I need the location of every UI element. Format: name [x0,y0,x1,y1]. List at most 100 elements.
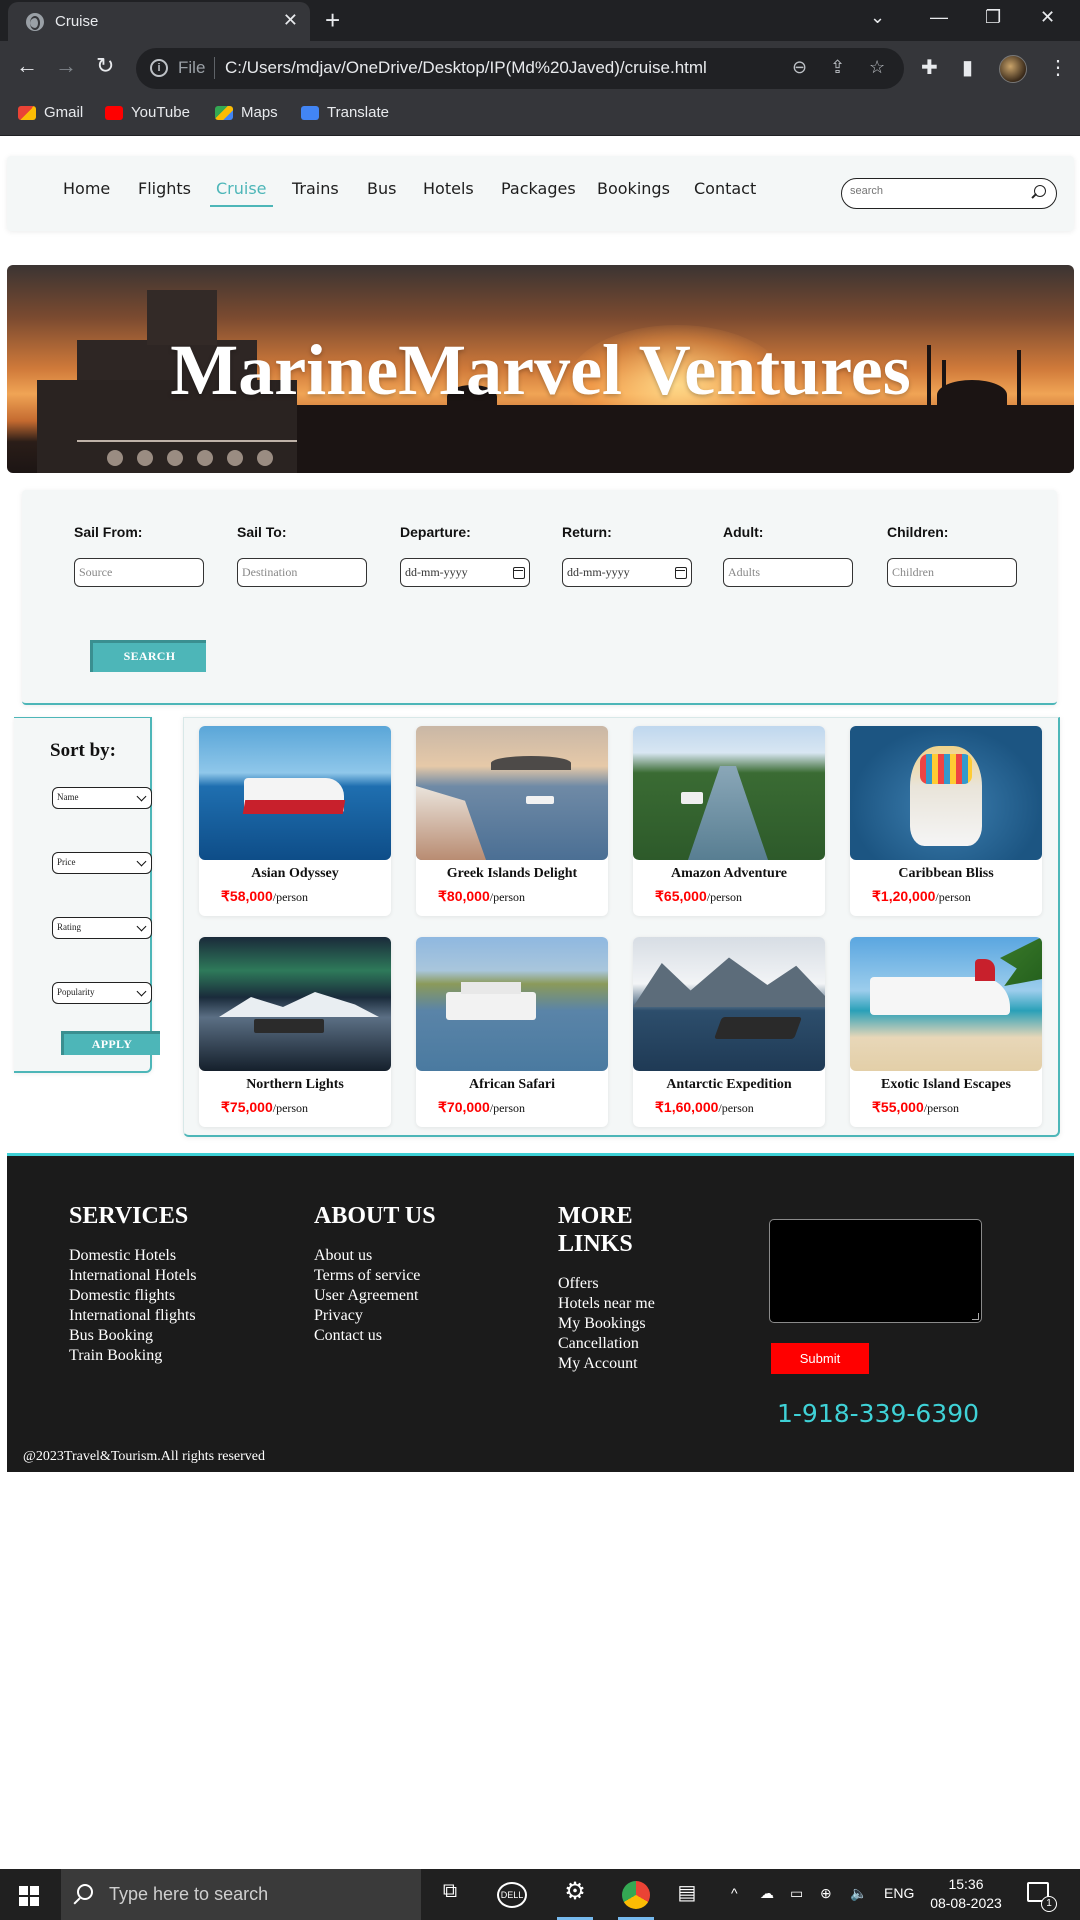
feedback-textarea[interactable] [769,1219,982,1323]
sort-popularity-select[interactable]: Popularity [52,982,152,1004]
bookmark-gmail[interactable]: Gmail [18,104,83,121]
nav-flights[interactable]: Flights [138,179,191,198]
volume-icon[interactable]: 🔈 [850,1885,867,1902]
close-window-button[interactable]: ✕ [1040,7,1055,28]
cruise-card[interactable]: Greek Islands Delight ₹80,000/person [416,726,608,916]
input-placeholder: Children [892,565,934,579]
search-button[interactable]: SEARCH [90,640,206,672]
extensions-icon[interactable]: ✚ [921,55,938,80]
reload-button[interactable]: ↻ [96,53,114,79]
cruise-name: Caribbean Bliss [898,866,994,881]
back-button[interactable]: ← [16,53,38,79]
footer-link[interactable]: User Agreement [314,1287,418,1305]
minimize-button[interactable]: — [930,7,948,28]
share-icon[interactable]: ⇪ [830,57,845,78]
nav-packages[interactable]: Packages [501,179,576,198]
nav-home[interactable]: Home [63,179,110,198]
battery-icon[interactable]: ▭ [790,1885,803,1902]
browser-tab[interactable]: Cruise ✕ [8,2,310,41]
side-panel-icon[interactable]: ▮ [962,55,973,80]
cruise-card[interactable]: Caribbean Bliss ₹1,20,000/person [850,726,1042,916]
cruise-card[interactable]: Asian Odyssey ₹58,000/person [199,726,391,916]
calendar-icon[interactable] [675,566,687,579]
apply-button[interactable]: APPLY [61,1031,160,1055]
close-tab-icon[interactable]: ✕ [283,10,298,31]
nav-hotels[interactable]: Hotels [423,179,474,198]
bookmark-translate[interactable]: Translate [301,104,389,121]
cruise-image [416,726,608,860]
sort-name-select[interactable]: Name [52,787,152,809]
nav-bookings[interactable]: Bookings [597,179,670,198]
footer-link[interactable]: About us [314,1247,372,1265]
taskbar-search-box[interactable]: Type here to search [61,1869,421,1920]
footer-link[interactable]: My Account [558,1355,638,1373]
submit-button[interactable]: Submit [771,1343,869,1374]
copyright-text: @2023Travel&Tourism.All rights reserved [23,1449,265,1464]
menu-icon[interactable]: ⋮ [1048,55,1068,80]
news-icon[interactable]: ▤ [672,1880,702,1910]
footer-link[interactable]: Terms of service [314,1267,420,1285]
windows-start-icon[interactable] [19,1886,39,1906]
site-search[interactable] [841,178,1057,209]
destination-input[interactable]: Destination [237,558,367,587]
new-tab-button[interactable]: + [325,5,340,36]
sort-rating-select[interactable]: Rating [52,917,152,939]
footer-link[interactable]: Bus Booking [69,1327,153,1345]
source-input[interactable]: Source [74,558,204,587]
ship-body [526,796,554,804]
site-search-input[interactable] [850,185,1020,197]
footer-link[interactable]: Domestic flights [69,1287,175,1305]
profile-avatar[interactable] [999,55,1027,83]
search-icon[interactable] [1034,185,1046,197]
system-clock[interactable]: 15:36 08-08-2023 [926,1875,1006,1913]
departure-date-input[interactable]: dd-mm-yyyy [400,558,530,587]
children-input[interactable]: Children [887,558,1017,587]
nav-contact[interactable]: Contact [694,179,756,198]
nav-bus[interactable]: Bus [367,179,396,198]
sort-price-select[interactable]: Price [52,852,152,874]
dell-icon[interactable]: DELL [497,1882,527,1908]
show-hidden-icons-chevron[interactable]: ^ [731,1885,738,1901]
footer-link[interactable]: International flights [69,1307,196,1325]
calendar-icon[interactable] [513,566,525,579]
footer-link[interactable]: Privacy [314,1307,363,1325]
footer-link[interactable]: Train Booking [69,1347,162,1365]
footer-link[interactable]: Hotels near me [558,1295,655,1313]
cruise-price: ₹1,20,000/person [872,888,971,905]
nav-cruise[interactable]: Cruise [210,179,272,207]
bookmark-maps[interactable]: Maps [215,104,278,121]
footer-link[interactable]: Contact us [314,1327,382,1345]
footer-link[interactable]: International Hotels [69,1267,197,1285]
cruise-card[interactable]: Northern Lights ₹75,000/person [199,937,391,1127]
settings-gear-icon[interactable]: ⚙ [560,1877,590,1907]
tab-search-chevron-icon[interactable]: ⌄ [870,7,885,28]
bookmark-youtube[interactable]: YouTube [105,104,190,121]
footer-link[interactable]: My Bookings [558,1315,646,1333]
onedrive-cloud-icon[interactable]: ☁ [760,1885,774,1902]
cruise-card[interactable]: Antarctic Expedition ₹1,60,000/person [633,937,825,1127]
url-text[interactable]: C:/Users/mdjav/OneDrive/Desktop/IP(Md%20… [225,58,707,78]
bookmark-star-icon[interactable]: ☆ [869,57,885,78]
adults-input[interactable]: Adults [723,558,853,587]
task-view-icon[interactable]: ⧉ [435,1880,465,1910]
cruise-card[interactable]: Amazon Adventure ₹65,000/person [633,726,825,916]
language-indicator[interactable]: ENG [884,1885,914,1901]
nav-trains[interactable]: Trains [292,179,339,198]
footer-link[interactable]: Domestic Hotels [69,1247,176,1265]
price-unit: /person [923,1101,960,1115]
return-date-input[interactable]: dd-mm-yyyy [562,558,692,587]
footer-services-heading: SERVICES [69,1203,189,1229]
footer-link[interactable]: Offers [558,1275,599,1293]
ship-deck [920,754,972,784]
ferry-porthole [167,450,183,466]
footer-link[interactable]: Cancellation [558,1335,639,1353]
network-globe-icon[interactable]: ⊕ [820,1885,832,1902]
info-icon[interactable]: i [150,59,168,77]
cruise-card[interactable]: African Safari ₹70,000/person [416,937,608,1127]
forward-button[interactable]: → [55,53,77,79]
chrome-icon[interactable] [622,1881,650,1909]
zoom-icon[interactable]: ⊖ [792,57,807,78]
cruise-card[interactable]: Exotic Island Escapes ₹55,000/person [850,937,1042,1127]
restore-button[interactable]: ❐ [985,7,1001,28]
address-bar[interactable]: i File C:/Users/mdjav/OneDrive/Desktop/I… [136,48,904,89]
